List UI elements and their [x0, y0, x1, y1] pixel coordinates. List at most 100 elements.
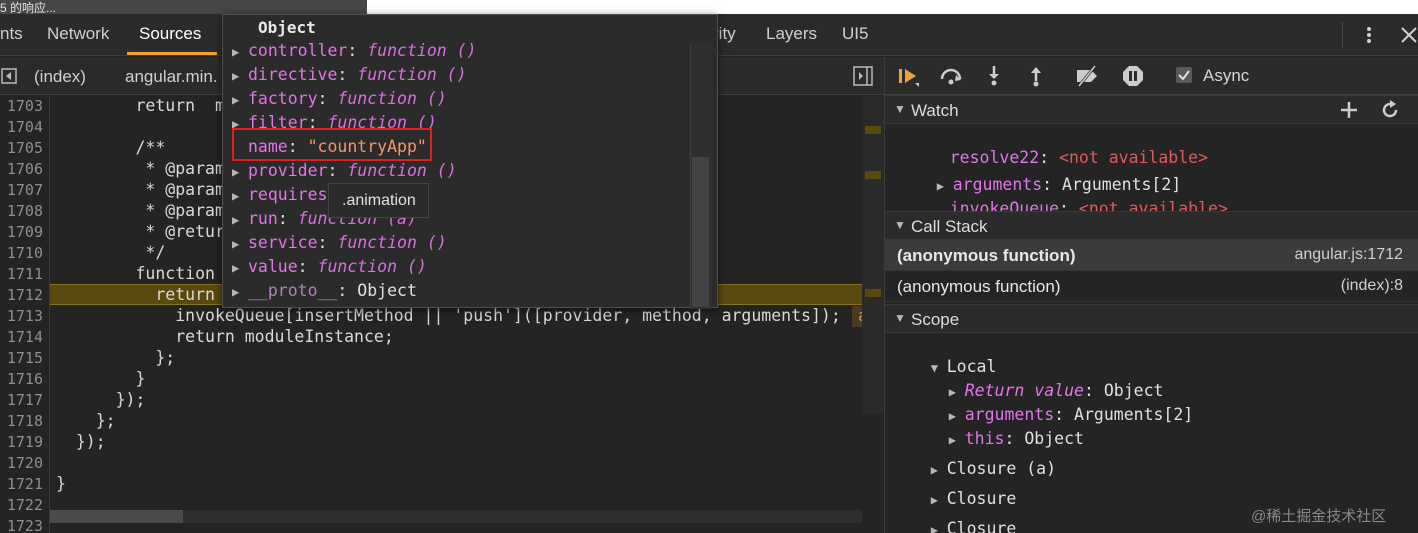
vertical-scrollbar[interactable]	[862, 96, 884, 414]
collapse-triangle-icon: ▼	[894, 102, 906, 116]
add-watch-icon[interactable]	[1339, 99, 1359, 121]
call-frame-location[interactable]: (index):8	[1341, 277, 1403, 295]
tooltip: .animation	[328, 183, 429, 218]
property-separator: :	[277, 209, 298, 228]
line-code: };	[56, 348, 176, 367]
property-separator: :	[347, 41, 368, 60]
call-frame[interactable]: (anonymous function) (index):8	[885, 271, 1418, 302]
debugger-toggle-icon[interactable]	[853, 66, 873, 86]
line-number[interactable]: 1706	[0, 160, 43, 178]
expand-triangle-icon[interactable]: ▶	[232, 285, 248, 299]
popover-property[interactable]: ▶ __proto__: Object	[232, 281, 417, 300]
code-line: 1719 });	[0, 432, 884, 453]
property-separator: :	[317, 233, 338, 252]
line-code: });	[56, 432, 106, 451]
line-number[interactable]: 1720	[0, 454, 43, 472]
call-frame-location[interactable]: angular.js:1712	[1294, 246, 1403, 264]
line-number[interactable]: 1716	[0, 370, 43, 388]
call-stack-section-header[interactable]: ▼ Call Stack	[885, 211, 1418, 240]
line-number[interactable]: 1719	[0, 433, 43, 451]
popover-property[interactable]: ▶ controller: function ()	[232, 41, 477, 60]
async-checkbox[interactable]	[1176, 67, 1192, 83]
line-number[interactable]: 1721	[0, 475, 43, 493]
watermark: @稀土掘金技术社区	[1251, 508, 1387, 525]
popover-property[interactable]: ▶ factory: function ()	[232, 89, 447, 108]
line-number[interactable]: 1710	[0, 244, 43, 262]
watch-title: Watch	[911, 101, 959, 120]
line-code: * @param	[56, 201, 225, 220]
popover-property[interactable]: ▶ service: function ()	[232, 233, 447, 252]
tab-layers[interactable]: Layers	[766, 24, 817, 44]
expand-triangle-icon[interactable]: ▶	[232, 237, 248, 251]
scope-closure[interactable]: ▶ Closure	[891, 500, 1017, 533]
line-code: * @param	[56, 180, 225, 199]
property-separator: :	[337, 281, 358, 300]
scope-section-header[interactable]: ▼ Scope	[885, 304, 1418, 333]
code-line: 1716 }	[0, 369, 884, 390]
line-number[interactable]: 1722	[0, 496, 43, 514]
scroll-marker	[865, 171, 881, 179]
close-icon[interactable]	[1399, 23, 1418, 47]
call-stack-title: Call Stack	[911, 217, 988, 236]
collapse-triangle-icon: ▼	[894, 311, 906, 325]
async-label[interactable]: Async	[1203, 66, 1249, 86]
popover-property[interactable]: ▶ value: function ()	[232, 257, 427, 276]
line-number[interactable]: 1705	[0, 139, 43, 157]
line-number[interactable]: 1715	[0, 349, 43, 367]
line-number[interactable]: 1723	[0, 517, 43, 533]
watch-section-header[interactable]: ▼ Watch	[885, 95, 1418, 124]
expand-triangle-icon[interactable]: ▶	[232, 69, 248, 83]
expand-triangle-icon[interactable]: ▶	[931, 523, 947, 533]
horizontal-scroll-thumb[interactable]	[50, 510, 183, 523]
file-tab-angular-min[interactable]: angular.min.	[125, 67, 218, 87]
call-frame-selected[interactable]: (anonymous function) angular.js:1712	[885, 240, 1418, 271]
expand-triangle-icon[interactable]: ▶	[232, 165, 248, 179]
more-options-icon[interactable]	[1361, 23, 1377, 47]
line-code: * @retur	[56, 222, 225, 241]
line-number[interactable]: 1714	[0, 328, 43, 346]
expand-triangle-icon[interactable]: ▶	[232, 45, 248, 59]
line-number[interactable]: 1707	[0, 181, 43, 199]
expand-triangle-icon[interactable]: ▶	[232, 261, 248, 275]
line-number[interactable]: 1711	[0, 265, 43, 283]
step-out-icon[interactable]	[1024, 65, 1048, 87]
property-key: run	[248, 209, 278, 228]
checkmark-icon	[1178, 70, 1190, 81]
line-number[interactable]: 1704	[0, 118, 43, 136]
tab-sources[interactable]: Sources	[139, 24, 201, 44]
deactivate-breakpoints-icon[interactable]	[1075, 65, 1099, 87]
line-number[interactable]: 1703	[0, 97, 43, 115]
tab-separator	[1342, 22, 1343, 48]
resume-icon[interactable]	[897, 65, 921, 87]
pause-on-exceptions-icon[interactable]	[1121, 65, 1145, 87]
navigator-toggle-icon[interactable]	[1, 68, 17, 84]
tab-ui5[interactable]: UI5	[842, 24, 868, 44]
line-number[interactable]: 1718	[0, 412, 43, 430]
tab-network[interactable]: Network	[47, 24, 109, 44]
expand-triangle-icon[interactable]: ▶	[232, 189, 248, 203]
expand-triangle-icon[interactable]: ▶	[232, 93, 248, 107]
step-over-icon[interactable]	[939, 65, 963, 87]
popover-title: Object	[258, 18, 316, 37]
popover-property[interactable]: ▶ directive: function ()	[232, 65, 467, 84]
property-separator: :	[317, 89, 338, 108]
line-number[interactable]: 1713	[0, 307, 43, 325]
property-value: function ()	[367, 41, 477, 60]
step-into-icon[interactable]	[982, 65, 1006, 87]
line-code: */	[56, 243, 166, 262]
collapse-triangle-icon: ▼	[894, 218, 906, 232]
line-number[interactable]: 1708	[0, 202, 43, 220]
popover-scroll-thumb[interactable]	[692, 157, 709, 307]
line-number[interactable]: 1709	[0, 223, 43, 241]
popover-property[interactable]: ▶ provider: function ()	[232, 161, 457, 180]
line-number[interactable]: 1712	[0, 286, 43, 304]
expand-triangle-icon[interactable]: ▶	[232, 213, 248, 227]
line-code: /**	[56, 138, 166, 157]
refresh-icon[interactable]	[1380, 99, 1400, 121]
file-tab-index[interactable]: (index)	[34, 67, 86, 87]
tab-elements-partial[interactable]: nts	[0, 24, 23, 44]
line-number[interactable]: 1717	[0, 391, 43, 409]
popover-property[interactable]: ▶ requires	[232, 185, 327, 204]
scope-title: Scope	[911, 310, 960, 329]
debugger-sidebar: Async ▼ Watch resolve22: <not available>…	[884, 57, 1418, 533]
